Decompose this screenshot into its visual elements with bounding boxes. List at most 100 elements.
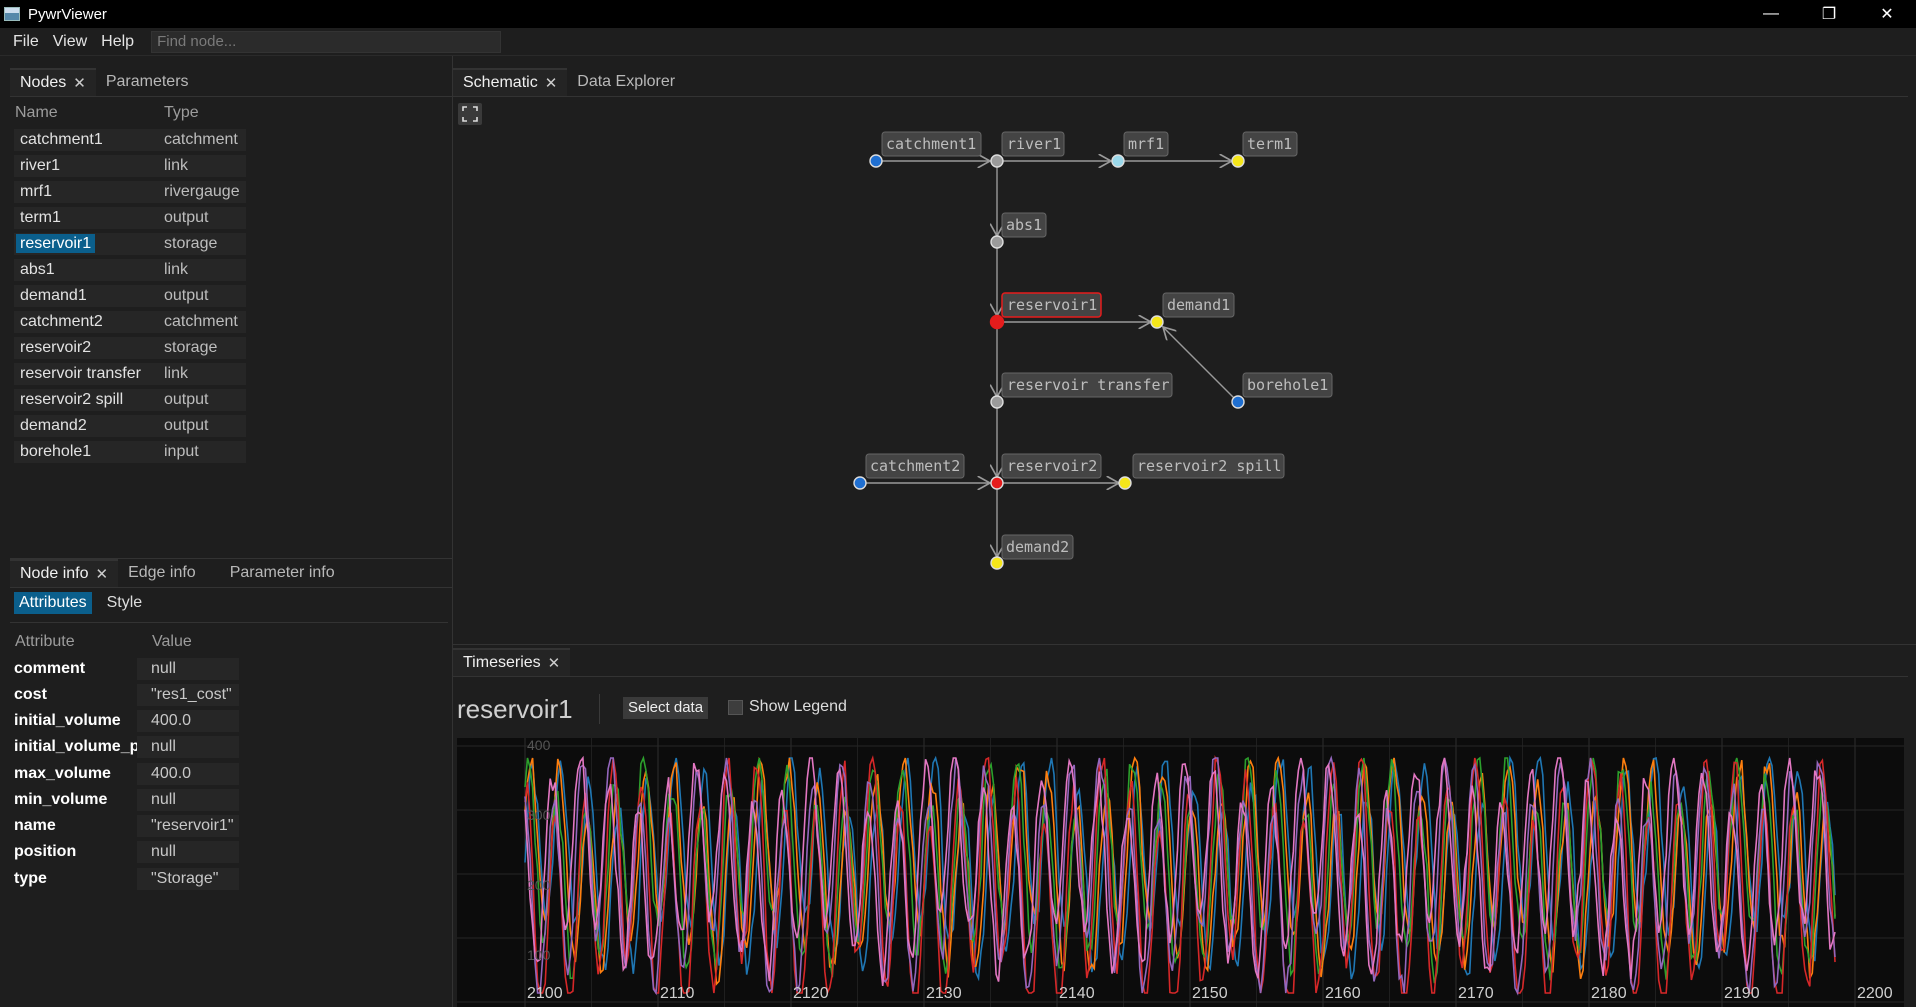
node-type: link <box>164 259 246 281</box>
node-reservoir2-spill[interactable] <box>1118 476 1132 490</box>
table-row[interactable]: borehole1 input <box>14 440 246 464</box>
attribute-value[interactable]: null <box>137 789 239 811</box>
table-row[interactable]: reservoir2 storage <box>14 336 246 360</box>
col-header-value[interactable]: Value <box>152 633 192 651</box>
svg-text:reservoir transfer: reservoir transfer <box>1007 376 1170 394</box>
node-label-term1[interactable]: term1 <box>1242 131 1298 157</box>
close-icon[interactable]: ✕ <box>548 654 561 672</box>
col-header-type[interactable]: Type <box>164 104 199 122</box>
x-tick-label: 2180 <box>1591 985 1627 1002</box>
table-row[interactable]: reservoir transfer link <box>14 362 246 386</box>
node-demand1[interactable] <box>1150 315 1164 329</box>
menu-file[interactable]: File <box>6 33 46 51</box>
node-reservoir2[interactable] <box>990 476 1004 490</box>
tab-timeseries[interactable]: Timeseries ✕ <box>453 648 571 676</box>
node-name: river1 <box>14 155 164 177</box>
splitter[interactable] <box>453 644 1916 645</box>
node-name: catchment1 <box>14 129 164 151</box>
tab-edge-info[interactable]: Edge info <box>118 559 206 587</box>
node-label-reservoir-transfer[interactable]: reservoir transfer <box>1001 372 1173 398</box>
tab-data-explorer[interactable]: Data Explorer <box>567 68 685 96</box>
minimize-button[interactable]: — <box>1742 0 1800 28</box>
attribute-value[interactable]: "Storage" <box>137 868 239 890</box>
title-bar: PywrViewer — ❐ ✕ <box>0 0 1916 28</box>
tab-parameters[interactable]: Parameters <box>96 68 199 96</box>
restore-button[interactable]: ❐ <box>1800 0 1858 28</box>
attribute-row: max_volume 400.0 <box>14 762 239 786</box>
table-row[interactable]: catchment2 catchment <box>14 310 246 334</box>
attribute-name: position <box>14 843 77 860</box>
menu-view[interactable]: View <box>46 33 94 51</box>
node-label-river1[interactable]: river1 <box>1001 131 1065 157</box>
node-label-catchment2[interactable]: catchment2 <box>865 453 965 479</box>
node-borehole1[interactable] <box>1231 395 1245 409</box>
table-row[interactable]: catchment1 catchment <box>14 128 246 152</box>
node-term1[interactable] <box>1231 154 1245 168</box>
node-label-reservoir2-spill[interactable]: reservoir2 spill <box>1132 453 1285 479</box>
node-label-mrf1[interactable]: mrf1 <box>1123 131 1169 157</box>
subtab-style[interactable]: Style <box>102 592 148 614</box>
attribute-value[interactable]: "reservoir1" <box>137 815 239 837</box>
col-header-attribute[interactable]: Attribute <box>15 633 75 651</box>
attribute-row: cost "res1_cost" <box>14 683 239 707</box>
node-type: input <box>164 441 246 463</box>
find-node-input[interactable] <box>151 30 502 53</box>
node-label-demand2[interactable]: demand2 <box>1001 534 1074 560</box>
schematic-canvas[interactable]: catchment1 river1 mrf1 term1 abs1 reserv… <box>453 96 1916 642</box>
node-label-reservoir2[interactable]: reservoir2 <box>1001 453 1102 479</box>
node-river1[interactable] <box>990 154 1004 168</box>
node-reservoir1[interactable] <box>989 314 1005 330</box>
table-row[interactable]: demand2 output <box>14 414 246 438</box>
timeseries-plot[interactable]: 400 300 200 100 2100 2110 2120 2130 2140 2150 2160… <box>457 738 1904 1007</box>
close-icon[interactable]: ✕ <box>545 74 558 92</box>
select-data-button[interactable]: Select data <box>623 697 709 719</box>
node-label-borehole1[interactable]: borehole1 <box>1242 372 1333 398</box>
attribute-value[interactable]: null <box>137 736 239 758</box>
node-name: demand2 <box>14 415 164 437</box>
y-tick-label: 400 <box>527 738 551 753</box>
table-row[interactable]: demand1 output <box>14 284 246 308</box>
table-row-selected[interactable]: reservoir1 storage <box>14 232 246 256</box>
node-label-demand1[interactable]: demand1 <box>1162 292 1235 318</box>
node-label-catchment1[interactable]: catchment1 <box>881 131 982 157</box>
attribute-value[interactable]: null <box>137 658 239 680</box>
main-tabbar: Schematic ✕ Data Explorer <box>453 68 1908 97</box>
node-name: abs1 <box>14 259 164 281</box>
tab-parameter-info[interactable]: Parameter info <box>220 559 345 587</box>
node-demand2[interactable] <box>990 556 1004 570</box>
app-icon <box>4 7 20 21</box>
node-abs1[interactable] <box>990 235 1004 249</box>
close-icon[interactable]: ✕ <box>73 74 86 92</box>
table-row[interactable]: term1 output <box>14 206 246 230</box>
col-header-name[interactable]: Name <box>15 104 58 122</box>
window-title: PywrViewer <box>28 5 107 23</box>
node-name: mrf1 <box>14 181 164 203</box>
attribute-value[interactable]: 400.0 <box>137 710 239 732</box>
show-legend-checkbox[interactable] <box>728 700 743 715</box>
tab-schematic[interactable]: Schematic ✕ <box>453 68 568 96</box>
node-reservoir-transfer[interactable] <box>990 395 1004 409</box>
svg-text:demand2: demand2 <box>1006 538 1069 556</box>
attribute-value[interactable]: 400.0 <box>137 763 239 785</box>
menu-help[interactable]: Help <box>94 33 141 51</box>
attribute-row: initial_volume 400.0 <box>14 709 239 733</box>
close-icon[interactable]: ✕ <box>96 565 109 583</box>
node-label-reservoir1[interactable]: reservoir1 <box>1001 292 1102 318</box>
subtab-attributes[interactable]: Attributes <box>14 592 92 614</box>
node-label-abs1[interactable]: abs1 <box>1001 212 1047 238</box>
node-mrf1[interactable] <box>1111 154 1125 168</box>
tab-nodes[interactable]: Nodes ✕ <box>10 68 96 96</box>
table-row[interactable]: mrf1 rivergauge <box>14 180 246 204</box>
attribute-value[interactable]: null <box>137 841 239 863</box>
node-catchment1[interactable] <box>869 154 883 168</box>
close-button[interactable]: ✕ <box>1858 0 1916 28</box>
node-name: reservoir transfer <box>14 363 164 385</box>
tab-node-info[interactable]: Node info ✕ <box>10 559 119 587</box>
table-row[interactable]: river1 link <box>14 154 246 178</box>
x-tick-label: 2140 <box>1059 985 1095 1002</box>
attribute-value[interactable]: "res1_cost" <box>137 684 239 706</box>
x-tick-label: 2100 <box>527 985 563 1002</box>
table-row[interactable]: abs1 link <box>14 258 246 282</box>
table-row[interactable]: reservoir2 spill output <box>14 388 246 412</box>
node-catchment2[interactable] <box>853 476 867 490</box>
